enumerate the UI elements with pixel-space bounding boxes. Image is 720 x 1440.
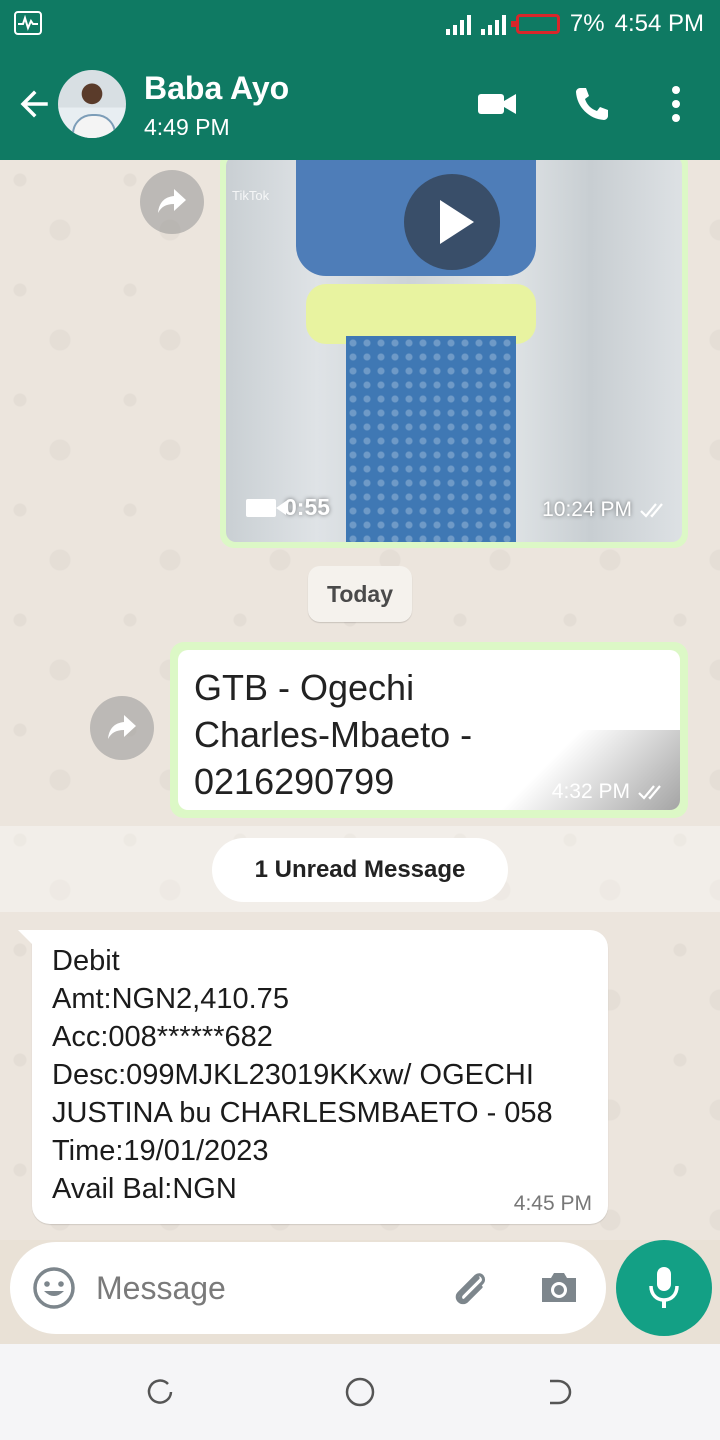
unread-divider: 1 Unread Message	[212, 838, 508, 902]
image-thumbnail[interactable]: GTB - Ogechi Charles-Mbaeto - 0216290799…	[178, 650, 680, 810]
voice-message-button[interactable]	[616, 1240, 712, 1336]
back-arrow-icon[interactable]	[16, 86, 52, 122]
more-options-icon[interactable]	[664, 84, 688, 124]
chat-area[interactable]: TikTok 0:55 10:24 PM Today GTB - Ogechi …	[0, 160, 720, 1240]
home-icon[interactable]	[344, 1376, 376, 1408]
contact-name[interactable]: Baba Ayo	[144, 70, 289, 107]
battery-icon	[510, 14, 560, 34]
voice-call-icon[interactable]	[572, 84, 612, 124]
message-time: 4:32 PM	[552, 780, 668, 804]
video-camera-icon	[246, 498, 286, 517]
video-call-icon[interactable]	[476, 84, 518, 124]
attach-icon[interactable]	[448, 1266, 492, 1310]
activity-icon	[14, 11, 42, 35]
image-text: GTB - Ogechi Charles-Mbaeto - 0216290799	[194, 667, 473, 802]
incoming-message[interactable]: Debit Amt:NGN2,410.75 Acc:008******682 D…	[18, 930, 608, 1224]
chat-header: Baba Ayo 4:49 PM	[0, 48, 720, 160]
image-message[interactable]: GTB - Ogechi Charles-Mbaeto - 0216290799…	[170, 642, 688, 818]
forward-icon	[158, 189, 186, 213]
video-message[interactable]: TikTok 0:55 10:24 PM	[220, 160, 688, 548]
mic-icon	[649, 1267, 679, 1308]
last-seen: 4:49 PM	[144, 114, 230, 140]
video-thumbnail[interactable]: TikTok 0:55 10:24 PM	[226, 160, 682, 542]
status-bar: 7% 4:54 PM	[0, 0, 720, 48]
signal-icon	[445, 13, 471, 35]
message-input[interactable]	[96, 1264, 426, 1312]
composer	[10, 1242, 606, 1334]
double-check-icon	[640, 503, 663, 518]
date-divider: Today	[308, 566, 412, 622]
message-time: 4:45 PM	[513, 1192, 592, 1215]
forward-icon	[108, 715, 136, 739]
clock: 4:54 PM	[614, 10, 704, 37]
camera-icon[interactable]	[538, 1268, 580, 1308]
avatar[interactable]	[58, 70, 126, 138]
back-nav-icon[interactable]	[544, 1376, 576, 1408]
message-text: Debit Amt:NGN2,410.75 Acc:008******682 D…	[52, 945, 553, 1205]
forward-button[interactable]	[140, 170, 204, 234]
play-icon[interactable]	[404, 174, 500, 270]
battery-percent: 7%	[569, 10, 605, 37]
recents-icon[interactable]	[144, 1376, 176, 1408]
signal-icon-2	[480, 13, 506, 35]
double-check-icon	[638, 785, 661, 800]
system-nav-bar	[0, 1344, 720, 1440]
emoji-icon[interactable]	[32, 1266, 76, 1310]
message-time: 10:24 PM	[542, 498, 670, 522]
tiktok-watermark: TikTok	[232, 188, 270, 203]
video-duration: 0:55	[246, 494, 330, 521]
forward-button-2[interactable]	[90, 696, 154, 760]
